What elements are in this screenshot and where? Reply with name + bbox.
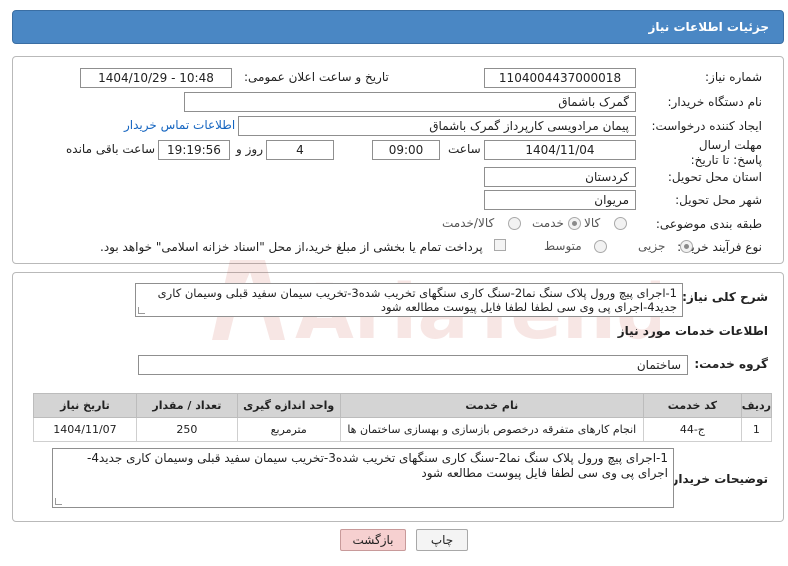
process-option-minor[interactable]	[680, 240, 693, 256]
page-header: جزئیات اطلاعات نیاز	[12, 10, 784, 44]
buyer-org-label: نام دستگاه خریدار:	[667, 95, 763, 109]
col-date: تاریخ نیاز	[33, 393, 137, 418]
creator-label: ایجاد کننده درخواست:	[651, 119, 762, 133]
table-header-row: ردیف کد خدمت نام خدمت واحد اندازه گیری ت…	[33, 393, 773, 418]
col-qty: تعداد / مقدار	[135, 393, 238, 418]
col-unit: واحد اندازه گیری	[236, 393, 341, 418]
buyer-notes-text: 1-اجرای پیچ ورول پلاک سنگ نما2-سنگ کاری …	[86, 451, 668, 480]
print-button[interactable]: چاپ	[416, 529, 468, 551]
buyer-contact-link[interactable]: اطلاعات تماس خریدار	[124, 118, 235, 132]
service-group-field[interactable]: ساختمان	[138, 355, 688, 375]
announce-date-field[interactable]: 1404/10/29 - 10:48	[80, 68, 232, 88]
deadline-time-label: ساعت	[448, 142, 481, 156]
province-field[interactable]: کردستان	[484, 167, 636, 187]
city-label: شهر محل تحویل:	[675, 193, 762, 207]
cell-date: 1404/11/07	[33, 417, 137, 442]
col-name: نام خدمت	[339, 393, 644, 418]
resize-handle-icon[interactable]	[55, 498, 62, 505]
cell-unit: مترمربع	[236, 417, 341, 442]
table-row[interactable]: 1 ج-44 انجام کارهای متفرقه درخصوص بازساز…	[33, 417, 773, 442]
buyer-org-field[interactable]: گمرک باشماق	[184, 92, 636, 112]
service-group-label: گروه خدمت:	[694, 357, 768, 371]
remaining-time-label: ساعت باقی مانده	[66, 142, 156, 156]
cell-code: ج-44	[642, 417, 742, 442]
col-row: ردیف	[740, 393, 773, 418]
province-label: استان محل تحویل:	[667, 170, 762, 184]
summary-text: 1-اجرای پیچ ورول پلاک سنگ نما2-سنگ کاری …	[157, 286, 677, 314]
city-field[interactable]: مریوان	[484, 190, 636, 210]
deadline-date-field[interactable]: 1404/11/04	[484, 140, 636, 160]
resize-handle-icon[interactable]	[138, 307, 145, 314]
cell-qty: 250	[135, 417, 238, 442]
deadline-label: مهلت ارسال پاسخ: تا تاریخ:	[690, 138, 762, 167]
page-title: جزئیات اطلاعات نیاز	[648, 20, 769, 34]
cell-row: 1	[740, 417, 773, 442]
category-label: طبقه بندی موضوعی:	[655, 217, 762, 231]
remaining-time-field[interactable]: 19:19:56	[158, 140, 230, 160]
cell-name: انجام کارهای متفرقه درخصوص بازسازی و بهس…	[339, 417, 644, 442]
services-table: ردیف کد خدمت نام خدمت واحد اندازه گیری ت…	[33, 393, 773, 442]
creator-field[interactable]: پیمان مرادویسی کارپرداز گمرک باشماق	[238, 116, 636, 136]
deadline-time-field[interactable]: 09:00	[372, 140, 440, 160]
buyer-notes-textarea[interactable]: 1-اجرای پیچ ورول پلاک سنگ نما2-سنگ کاری …	[52, 448, 674, 508]
need-number-field[interactable]: 1104004437000018	[484, 68, 636, 88]
buyer-notes-label: توضیحات خریدار:	[666, 472, 768, 486]
back-button[interactable]: بازگشت	[340, 529, 406, 551]
summary-label: شرح کلی نیاز:	[682, 290, 768, 304]
announce-date-label: تاریخ و ساعت اعلان عمومی:	[244, 70, 389, 84]
col-code: کد خدمت	[642, 393, 742, 418]
days-label: روز و	[236, 142, 263, 156]
days-remaining-field[interactable]: 4	[266, 140, 334, 160]
summary-textarea[interactable]: 1-اجرای پیچ ورول پلاک سنگ نما2-سنگ کاری …	[135, 283, 683, 317]
need-number-label: شماره نیاز:	[705, 70, 762, 84]
process-minor-radio[interactable]	[680, 240, 693, 253]
services-title: اطلاعات خدمات مورد نیاز	[617, 324, 768, 338]
